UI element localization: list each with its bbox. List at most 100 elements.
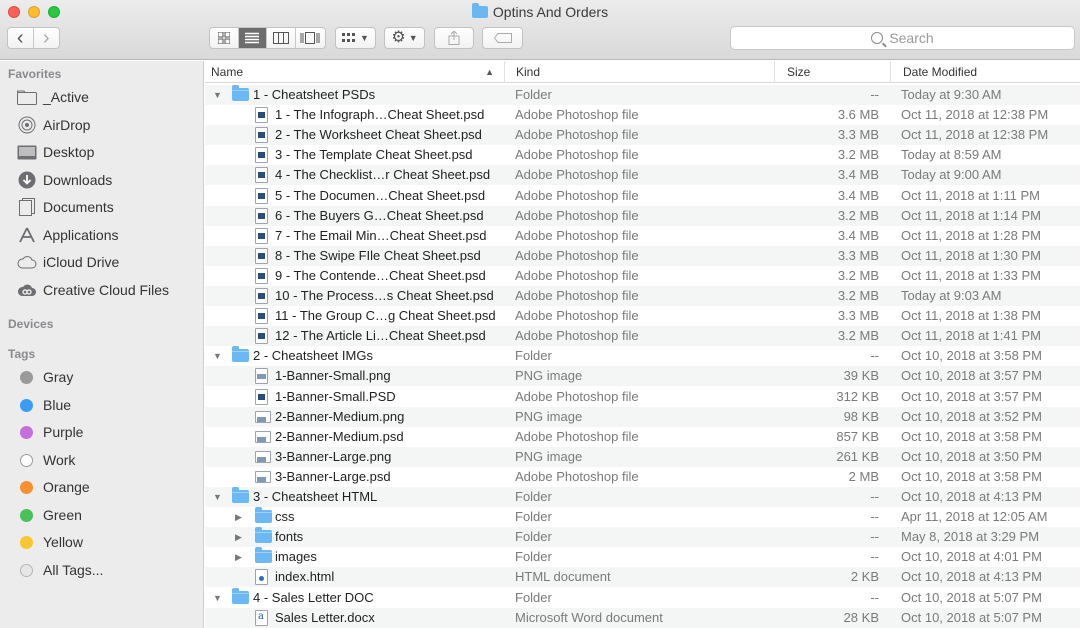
file-size: 3.2 MB bbox=[837, 208, 879, 223]
disclosure-expanded-icon[interactable]: ▼ bbox=[213, 346, 222, 366]
file-row[interactable]: 7 - The Email Min…Cheat Sheet.psd Adobe P… bbox=[205, 226, 1080, 246]
forward-button[interactable]: › bbox=[34, 27, 59, 49]
psd-file-icon bbox=[255, 147, 268, 163]
file-row[interactable]: 10 - The Process…s Cheat Sheet.psd Adobe … bbox=[205, 286, 1080, 306]
sidebar-tag-green[interactable]: Green bbox=[0, 504, 204, 526]
sidebar-tag-orange[interactable]: Orange bbox=[0, 476, 204, 498]
file-size: 3.3 MB bbox=[837, 127, 879, 142]
sidebar-tag-gray[interactable]: Gray bbox=[0, 366, 204, 388]
search-field[interactable]: Search bbox=[730, 26, 1075, 50]
column-view-button[interactable] bbox=[267, 28, 296, 48]
sidebar-item-applications[interactable]: Applications bbox=[0, 224, 204, 246]
sidebar-item-desktop[interactable]: Desktop bbox=[0, 141, 204, 163]
file-size: 2 MB bbox=[848, 469, 879, 484]
file-row[interactable]: 2-Banner-Medium.psd Adobe Photoshop file 8… bbox=[205, 427, 1080, 447]
sidebar-tag-work[interactable]: Work bbox=[0, 449, 204, 471]
folder-row[interactable]: ▼ 4 - Sales Letter DOC Folder -- Oct 10, 201… bbox=[205, 588, 1080, 608]
list-view-button[interactable] bbox=[238, 28, 268, 48]
file-date-modified: Oct 11, 2018 at 1:41 PM bbox=[901, 328, 1041, 343]
edit-tags-button[interactable] bbox=[482, 27, 523, 49]
column-headers: Name ▲ Kind Size Date Modified bbox=[205, 61, 1080, 83]
file-kind: PNG image bbox=[515, 449, 583, 464]
chevron-down-icon: ▼ bbox=[408, 32, 418, 43]
sidebar-item-airdrop[interactable]: AirDrop bbox=[0, 114, 204, 136]
file-kind: Adobe Photoshop file bbox=[515, 268, 639, 283]
file-kind: HTML document bbox=[515, 569, 611, 584]
sidebar-item-creative-cloud-files[interactable]: Creative Cloud Files bbox=[0, 279, 204, 301]
file-name: index.html bbox=[275, 569, 335, 584]
sidebar-tag-blue[interactable]: Blue bbox=[0, 394, 204, 416]
file-row[interactable]: 12 - The Article Li…Cheat Sheet.psd Adobe… bbox=[205, 326, 1080, 346]
share-button[interactable] bbox=[434, 27, 474, 49]
search-icon bbox=[871, 32, 884, 44]
sidebar-tag-purple[interactable]: Purple bbox=[0, 421, 204, 443]
disclosure-collapsed-icon[interactable]: ▶ bbox=[235, 547, 242, 567]
tag-orange-dot-icon bbox=[20, 480, 33, 494]
folder-row[interactable]: ▼ 3 - Cheatsheet HTML Folder -- Oct 10, 2018… bbox=[205, 487, 1080, 507]
sidebar-item-icloud-drive[interactable]: iCloud Drive bbox=[0, 251, 204, 273]
html-file-icon bbox=[255, 569, 268, 585]
sidebar-all-tags[interactable]: All Tags... bbox=[0, 559, 204, 581]
file-name: 3 - Cheatsheet HTML bbox=[253, 489, 378, 504]
action-menu-button[interactable]: ⚙ ▼ bbox=[384, 27, 425, 49]
file-row[interactable]: 5 - The Documen…Cheat Sheet.psd Adobe Pho… bbox=[205, 186, 1080, 206]
tags-header: Tags bbox=[8, 347, 36, 361]
sidebar-item-documents[interactable]: Documents bbox=[0, 196, 204, 218]
file-row[interactable]: index.html HTML document 2 KB Oct 10, 2018 … bbox=[205, 567, 1080, 587]
sidebar-tag-yellow[interactable]: Yellow bbox=[0, 531, 204, 553]
share-icon bbox=[448, 31, 460, 45]
all-tags-icon bbox=[20, 563, 33, 577]
file-row[interactable]: 4 - The Checklist…r Cheat Sheet.psd Adobe… bbox=[205, 165, 1080, 185]
file-date-modified: May 8, 2018 at 3:29 PM bbox=[901, 529, 1040, 544]
file-row[interactable]: 2 - The Worksheet Cheat Sheet.psd Adobe P… bbox=[205, 125, 1080, 145]
sidebar-item-active[interactable]: _Active bbox=[0, 86, 204, 108]
file-row[interactable]: 3-Banner-Large.png PNG image 261 KB Oct 10,… bbox=[205, 447, 1080, 467]
file-name: 5 - The Documen…Cheat Sheet.psd bbox=[275, 188, 486, 203]
file-row[interactable]: 6 - The Buyers G…Cheat Sheet.psd Adobe Ph… bbox=[205, 206, 1080, 226]
file-row[interactable]: 1-Banner-Small.png PNG image 39 KB Oct 10, … bbox=[205, 366, 1080, 386]
file-kind: Adobe Photoshop file bbox=[515, 107, 639, 122]
tag-green-dot-icon bbox=[20, 508, 33, 522]
file-row[interactable]: 8 - The Swipe FIle Cheat Sheet.psd Adobe … bbox=[205, 246, 1080, 266]
disclosure-expanded-icon[interactable]: ▼ bbox=[213, 588, 222, 608]
file-row[interactable]: 9 - The Contende…Cheat Sheet.psd Adobe Ph… bbox=[205, 266, 1080, 286]
file-date-modified: Oct 10, 2018 at 3:58 PM bbox=[901, 348, 1042, 363]
column-header-kind[interactable]: Kind bbox=[510, 61, 775, 83]
psd-file-icon bbox=[255, 107, 268, 123]
tag-blue-dot-icon bbox=[20, 398, 33, 412]
file-name: 4 - The Checklist…r Cheat Sheet.psd bbox=[275, 167, 491, 182]
disclosure-collapsed-icon[interactable]: ▶ bbox=[235, 507, 242, 527]
file-row[interactable]: 3 - The Template Cheat Sheet.psd Adobe Ph… bbox=[205, 145, 1080, 165]
column-header-size[interactable]: Size bbox=[781, 61, 891, 83]
folder-row[interactable]: ▶ css Folder -- Apr 11, 2018 at 12:05 AM bbox=[205, 507, 1080, 527]
file-row[interactable]: 3-Banner-Large.psd Adobe Photoshop file 2 … bbox=[205, 467, 1080, 487]
sidebar-item-downloads[interactable]: Downloads bbox=[0, 169, 204, 191]
file-date-modified: Today at 9:30 AM bbox=[901, 87, 1002, 102]
psd-file-icon bbox=[255, 389, 268, 405]
list-icon bbox=[245, 32, 260, 44]
column-header-name[interactable]: Name ▲ bbox=[205, 61, 505, 83]
file-row[interactable]: 1 - The Infograph…Cheat Sheet.psd Adobe P… bbox=[205, 105, 1080, 125]
folder-row[interactable]: ▼ 2 - Cheatsheet IMGs Folder -- Oct 10, 2018… bbox=[205, 346, 1080, 366]
file-row[interactable]: 1-Banner-Small.PSD Adobe Photoshop file 31… bbox=[205, 387, 1080, 407]
folder-row[interactable]: ▶ images Folder -- Oct 10, 2018 at 4:01 PM bbox=[205, 547, 1080, 567]
folder-icon bbox=[232, 487, 249, 503]
back-button[interactable]: ‹ bbox=[8, 27, 34, 49]
folder-row[interactable]: ▶ fonts Folder -- May 8, 2018 at 3:29 PM bbox=[205, 527, 1080, 547]
file-row[interactable]: 11 - The Group C…g Cheat Sheet.psd Adobe … bbox=[205, 306, 1080, 326]
disclosure-expanded-icon[interactable]: ▼ bbox=[213, 85, 222, 105]
disclosure-expanded-icon[interactable]: ▼ bbox=[213, 487, 222, 507]
column-header-date-modified[interactable]: Date Modified bbox=[897, 61, 1080, 83]
file-size: 261 KB bbox=[836, 449, 879, 464]
folder-row[interactable]: ▼ 1 - Cheatsheet PSDs Folder -- Today at 9:3… bbox=[205, 85, 1080, 105]
icon-view-button[interactable] bbox=[210, 28, 239, 48]
file-name: 1 - Cheatsheet PSDs bbox=[253, 87, 376, 102]
file-name: fonts bbox=[275, 529, 304, 544]
group-by-button[interactable]: ▼ bbox=[335, 27, 376, 49]
file-row[interactable]: Sales Letter.docx Microsoft Word document… bbox=[205, 608, 1080, 628]
file-row[interactable]: 2-Banner-Medium.png PNG image 98 KB Oct 10,… bbox=[205, 407, 1080, 427]
gallery-view-button[interactable] bbox=[296, 28, 325, 48]
file-date-modified: Oct 10, 2018 at 3:57 PM bbox=[901, 389, 1042, 404]
file-date-modified: Today at 9:03 AM bbox=[901, 288, 1002, 303]
disclosure-collapsed-icon[interactable]: ▶ bbox=[235, 527, 242, 547]
